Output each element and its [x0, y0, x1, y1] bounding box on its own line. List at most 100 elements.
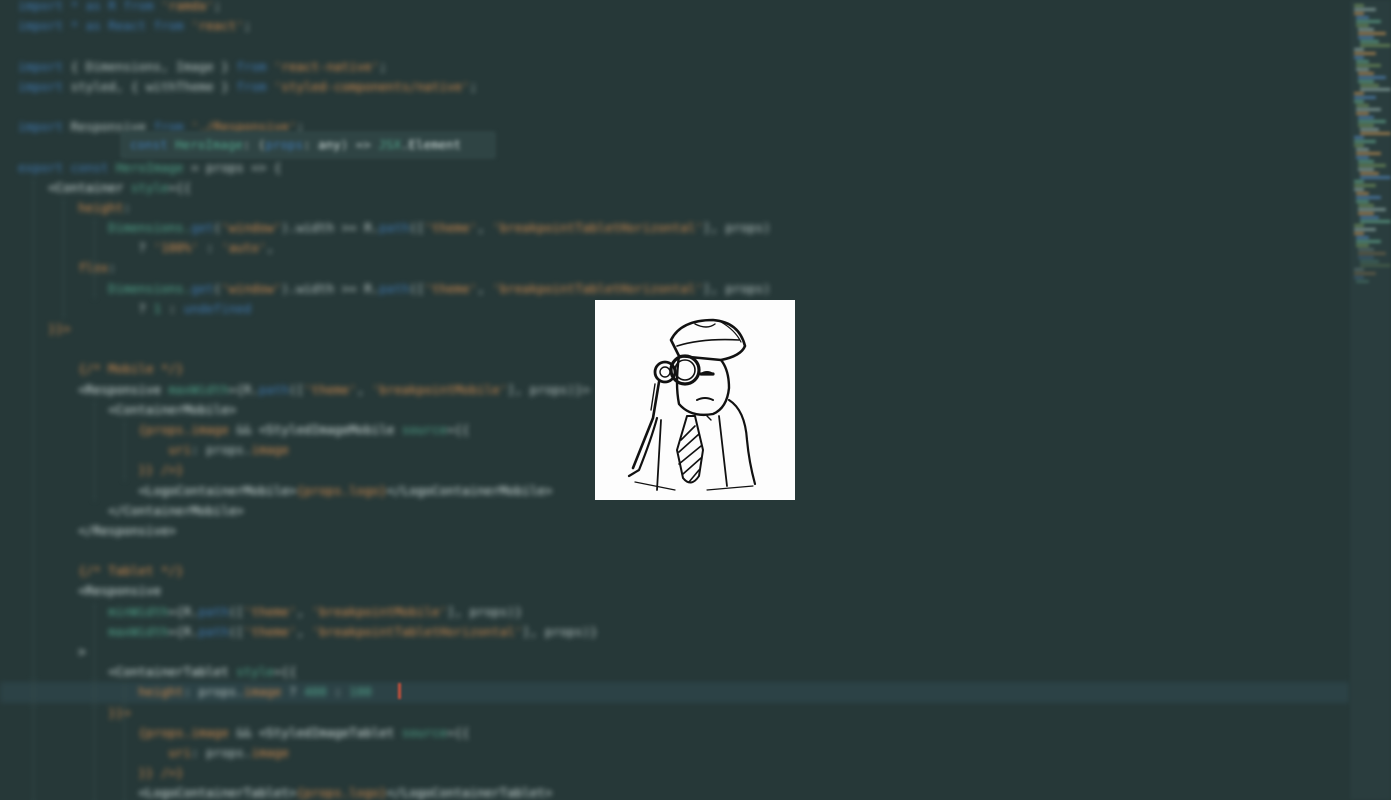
minimap-row: [1356, 24, 1369, 27]
code-token: from: [236, 58, 274, 74]
code-token: /* Mobile */: [85, 361, 177, 377]
code-token: height: [18, 684, 184, 700]
code-token: 100: [349, 684, 372, 700]
code-line[interactable]: height:: [0, 198, 1350, 218]
code-line[interactable]: maxWidth={R.path(['theme', 'breakpointTa…: [0, 622, 1350, 642]
minimap-row: [1356, 20, 1381, 23]
minimap-row: [1354, 136, 1364, 139]
code-token: : props.: [183, 684, 244, 700]
minimap-row: [1354, 188, 1364, 191]
code-token: styled, { withTheme }: [70, 78, 237, 94]
minimap-row: [1356, 148, 1369, 151]
code-line[interactable]: }}>: [0, 703, 1350, 723]
code-line[interactable]: minWidth={R.path(['theme', 'breakpointMo…: [0, 602, 1350, 622]
code-line[interactable]: {/* Tablet */}: [0, 561, 1350, 581]
minimap-row: [1356, 112, 1369, 115]
minimap-row: [1356, 280, 1369, 283]
code-line[interactable]: <ContainerTablet style={{: [0, 662, 1350, 682]
code-line[interactable]: export const HeroImage = props => {: [0, 158, 1350, 178]
code-token: 'window': [221, 220, 282, 236]
code-token: = props => {: [183, 159, 282, 175]
code-line[interactable]: >: [0, 642, 1350, 662]
minimap-row: [1358, 80, 1374, 83]
code-line[interactable]: {props.image && <StyledImageTablet sourc…: [0, 723, 1350, 743]
code-token: }}>: [18, 321, 71, 336]
minimap-row: [1356, 16, 1369, 19]
minimap-row: [1360, 132, 1391, 135]
code-token: <Container: [18, 179, 131, 195]
code-token: <Responsive: [18, 583, 161, 599]
minimap-row: [1358, 164, 1386, 167]
code-token: 'theme': [243, 603, 297, 619]
code-line[interactable]: Dimensions.get('window').width >= R.path…: [0, 279, 1350, 299]
minimap-row: [1358, 204, 1374, 207]
code-token: }: [176, 361, 184, 377]
code-token: logo: [349, 482, 380, 498]
code-token: Dimensions.: [18, 280, 192, 296]
minimap-row: [1356, 192, 1369, 195]
code-token: &&: [228, 724, 259, 740]
code-token: 'breakpointTabletHorizontal': [492, 220, 703, 236]
code-line[interactable]: height: props.image ? 400 : 100: [0, 682, 1350, 703]
code-line[interactable]: <Responsive: [0, 581, 1350, 601]
tooltip-token: HeroImage: [175, 137, 243, 152]
minimap-row: [1360, 220, 1391, 223]
code-token: path: [198, 603, 229, 619]
minimap-row: [1354, 8, 1376, 11]
code-token: ,: [356, 381, 372, 397]
tooltip-signature: const HeroImage: (props: any) => JSX.Ele…: [130, 133, 461, 157]
code-line[interactable]: </ContainerMobile>: [0, 501, 1350, 521]
code-line[interactable]: }} />}: [0, 763, 1350, 783]
code-token: 1: [153, 300, 161, 316]
code-line[interactable]: [0, 541, 1350, 561]
code-token: image: [191, 724, 229, 740]
minimap-row: [1358, 76, 1386, 79]
minimap-row: [1356, 200, 1369, 203]
code-line[interactable]: import * as React from 'react';: [0, 16, 1350, 36]
code-line[interactable]: <LogoContainerTablet>{props.logo}</LogoC…: [0, 783, 1350, 800]
code-editor[interactable]: import * as R from 'ramda'; import * as R…: [0, 0, 1391, 800]
code-line[interactable]: </Responsive>: [0, 521, 1350, 541]
minimap-row: [1358, 208, 1386, 211]
code-line[interactable]: Dimensions.get('window').width >= R.path…: [0, 218, 1350, 238]
code-token: ;: [469, 78, 478, 94]
code-token: 'react': [191, 18, 244, 34]
code-line[interactable]: import * as R from 'ramda';: [0, 0, 1350, 16]
minimap-row: [1356, 156, 1369, 159]
code-token: path: [379, 220, 410, 236]
code-token: ={{: [168, 179, 192, 195]
code-token: image: [243, 684, 282, 700]
minimap-row: [1354, 92, 1364, 95]
minimap-row: [1358, 160, 1374, 163]
code-line[interactable]: flex:: [0, 258, 1350, 278]
code-token: {props.: [296, 482, 350, 498]
code-token: style: [130, 179, 169, 195]
code-token: :: [161, 300, 184, 316]
indent-guide: [93, 218, 95, 299]
code-token: }} />}: [18, 765, 184, 781]
code-token: ], props): [702, 280, 771, 296]
code-token: ={{: [447, 421, 470, 437]
code-token: ?: [18, 240, 154, 256]
code-token: undefined: [183, 300, 252, 316]
minimap-row: [1356, 152, 1381, 155]
code-token: ([: [228, 623, 244, 639]
code-line[interactable]: [0, 97, 1350, 117]
tooltip-token: :: [303, 137, 319, 152]
code-line[interactable]: ? '100%' : 'auto',: [0, 238, 1350, 258]
code-token: <StyledImageMobile: [258, 421, 402, 437]
minimap-row: [1358, 72, 1374, 75]
code-line[interactable]: [0, 36, 1350, 56]
minimap-row: [1358, 116, 1374, 119]
minimap[interactable]: [1350, 0, 1391, 800]
minimap-row: [1356, 60, 1369, 63]
code-token: ], props)}: [522, 623, 598, 639]
code-token: </Responsive>: [18, 522, 177, 538]
code-token: ([: [409, 220, 425, 236]
code-line[interactable]: <Container style={{: [0, 178, 1350, 198]
code-line[interactable]: import styled, { withTheme } from 'style…: [0, 77, 1350, 97]
minimap-row: [1358, 168, 1374, 171]
code-token: <ContainerTablet: [18, 664, 237, 680]
code-line[interactable]: uri: props.image: [0, 743, 1350, 763]
code-line[interactable]: import { Dimensions, Image } from 'react…: [0, 57, 1350, 77]
